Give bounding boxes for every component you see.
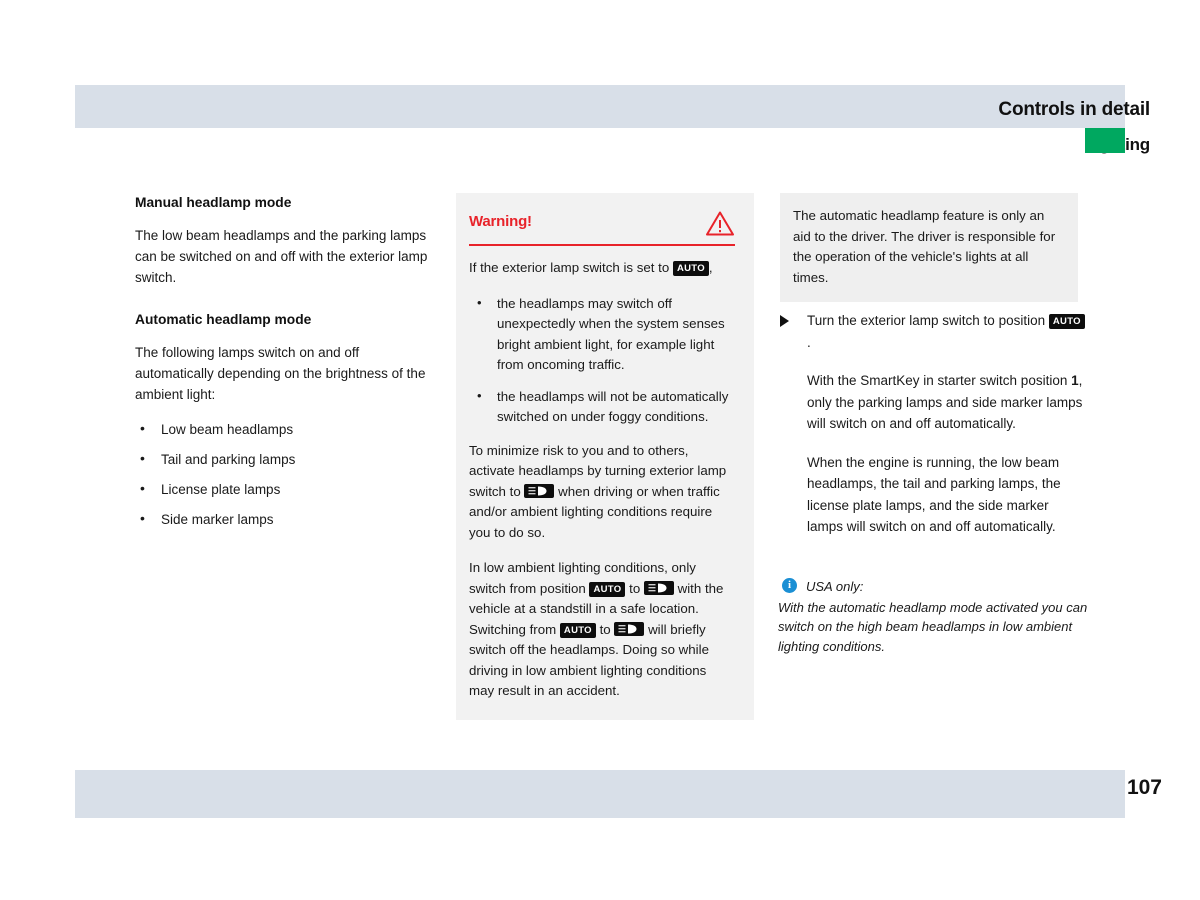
warning-intro: If the exterior lamp switch is set to AU… xyxy=(469,258,735,279)
page-number: 107 xyxy=(1126,776,1162,799)
chapter-tab-marker xyxy=(1085,128,1125,153)
warning-triangle-icon xyxy=(705,210,735,242)
instruction-step: Turn the exterior lamp switch to positio… xyxy=(780,310,1085,353)
warning-title: Warning! xyxy=(469,213,532,230)
lamp-list: Low beam headlamps Tail and parking lamp… xyxy=(135,418,435,530)
right-column: Turn the exterior lamp switch to positio… xyxy=(780,310,1085,538)
text-part: With the SmartKey in starter switch posi… xyxy=(807,373,1068,388)
low-beam-headlamp-icon xyxy=(524,483,555,498)
list-item: the headlamps will not be automatically … xyxy=(469,386,735,428)
auto-badge-icon: AUTO xyxy=(589,581,626,597)
text-part: to xyxy=(599,621,611,637)
usa-only-note: i USA only: With the automatic headlamp … xyxy=(778,577,1088,656)
footer-bar xyxy=(75,770,1125,818)
list-item: Low beam headlamps xyxy=(135,418,435,440)
paragraph-manual-headlamp-mode: The low beam headlamps and the parking l… xyxy=(135,228,428,285)
usa-only-label: USA only: xyxy=(806,579,864,594)
text-part: . xyxy=(807,334,811,350)
note-box: The automatic headlamp feature is only a… xyxy=(780,193,1078,302)
info-icon: i xyxy=(782,578,797,593)
paragraph-engine-running: When the engine is running, the low beam… xyxy=(807,454,1061,535)
left-column: Manual headlamp mode The low beam headla… xyxy=(135,193,435,539)
warning-paragraph-low-ambient: In low ambient lighting conditions, only… xyxy=(469,558,735,702)
heading-automatic-headlamp-mode: Automatic headlamp mode xyxy=(135,312,312,327)
usa-only-text: With the automatic headlamp mode activat… xyxy=(778,599,1088,654)
auto-badge-icon: AUTO xyxy=(672,261,709,276)
warning-paragraph-minimize-risk: To minimize risk to you and to others, a… xyxy=(469,441,735,544)
warning-bullet-list: the headlamps may switch off unexpectedl… xyxy=(469,293,735,428)
page-title: Controls in detail xyxy=(998,99,1150,120)
heading-manual-headlamp-mode: Manual headlamp mode xyxy=(135,195,292,210)
note-text: The automatic headlamp feature is only a… xyxy=(793,208,1056,285)
auto-badge-icon: AUTO xyxy=(559,622,596,638)
list-item: the headlamps may switch off unexpectedl… xyxy=(469,293,735,376)
low-beam-headlamp-icon xyxy=(643,580,674,595)
paragraph-smartkey: With the SmartKey in starter switch posi… xyxy=(780,370,1085,435)
warning-intro-suffix: , xyxy=(708,260,713,275)
warning-box: Warning! If the exterior lamp switch is … xyxy=(456,193,754,720)
list-item: Tail and parking lamps xyxy=(135,448,435,470)
list-item: Side marker lamps xyxy=(135,508,435,530)
text-part: to xyxy=(629,580,641,596)
list-item: License plate lamps xyxy=(135,478,435,500)
usa-only-heading: i USA only: xyxy=(778,577,1088,597)
text-part: Turn the exterior lamp switch to positio… xyxy=(807,313,1046,328)
auto-badge-icon: AUTO xyxy=(1048,314,1085,329)
step-arrow-icon xyxy=(780,315,789,327)
warning-header: Warning! xyxy=(469,210,735,246)
header-bar xyxy=(75,85,1125,128)
warning-intro-text: If the exterior lamp switch is set to xyxy=(469,260,670,275)
paragraph-automatic-headlamp-mode: The following lamps switch on and off au… xyxy=(135,345,426,402)
low-beam-headlamp-icon xyxy=(614,621,645,636)
starter-switch-position: 1 xyxy=(1071,373,1079,388)
manual-page: Controls in detail Lighting Manual headl… xyxy=(0,0,1200,900)
